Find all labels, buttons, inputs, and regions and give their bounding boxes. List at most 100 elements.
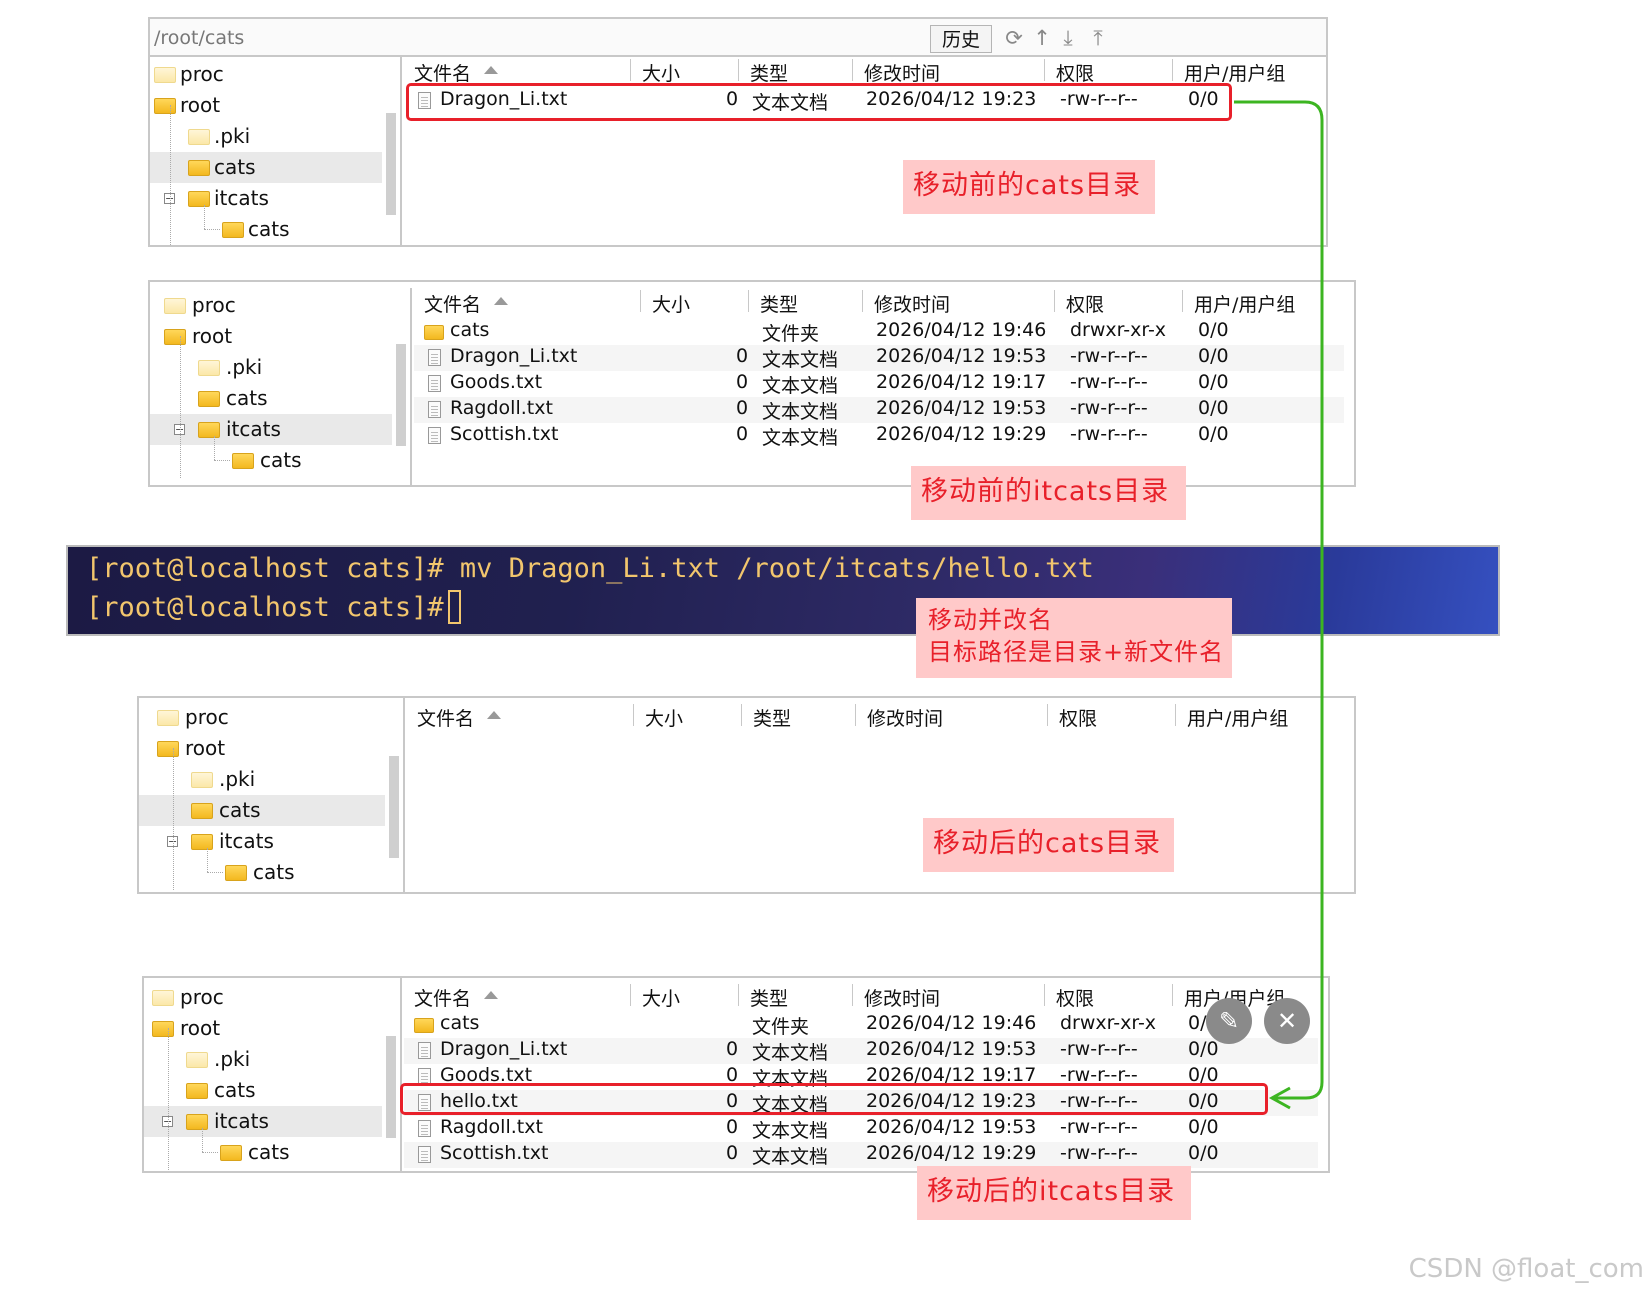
col-perm[interactable]: 权限 (1056, 984, 1094, 1011)
tree-item-root[interactable]: root (150, 321, 392, 352)
directory-tree: proc root .pki cats − itcats cats (144, 978, 402, 1171)
tree-item-cats[interactable]: cats (144, 1075, 382, 1106)
tree-item-pki[interactable]: .pki (150, 352, 392, 383)
tree-item-proc[interactable]: proc (150, 290, 392, 321)
tree-item-cats[interactable]: cats (150, 152, 382, 183)
up-arrow-icon[interactable]: ↑ (1030, 25, 1054, 51)
col-size[interactable]: 大小 (642, 59, 680, 86)
tree-item-pki[interactable]: .pki (139, 764, 385, 795)
file-row[interactable]: cats 文件夹 2026/04/12 19:46 drwxr-xr-x 0/0 (414, 319, 1344, 345)
tree-item-pki[interactable]: .pki (144, 1044, 382, 1075)
close-button[interactable]: ✕ (1264, 998, 1310, 1044)
folder-icon (198, 422, 220, 438)
folder-icon (232, 453, 254, 469)
refresh-icon[interactable]: ⟳ (1002, 25, 1026, 51)
col-divider[interactable] (738, 984, 739, 1006)
col-size[interactable]: 大小 (645, 704, 683, 731)
col-divider[interactable] (852, 984, 853, 1006)
col-divider[interactable] (852, 59, 853, 81)
col-divider[interactable] (1172, 984, 1173, 1006)
tree-item-pki[interactable]: .pki (150, 121, 382, 152)
file-row[interactable]: Ragdoll.txt 0 文本文档 2026/04/12 19:53 -rw-… (414, 397, 1344, 423)
col-divider[interactable] (862, 290, 863, 312)
tree-item-itcats-cats[interactable]: cats (150, 445, 392, 476)
col-perm[interactable]: 权限 (1056, 59, 1094, 86)
tree-item-itcats[interactable]: − itcats (144, 1106, 382, 1137)
col-name[interactable]: 文件名 (414, 59, 471, 86)
file-row[interactable]: Goods.txt 0 文本文档 2026/04/12 19:17 -rw-r-… (414, 371, 1344, 397)
col-perm[interactable]: 权限 (1059, 704, 1097, 731)
edit-button[interactable]: ✎ (1206, 998, 1252, 1044)
file-row[interactable]: Ragdoll.txt 0 文本文档 2026/04/12 19:53 -rw-… (404, 1116, 1318, 1142)
tree-item-itcats[interactable]: − itcats (150, 183, 382, 214)
col-type[interactable]: 类型 (750, 59, 788, 86)
col-name[interactable]: 文件名 (424, 290, 481, 317)
tree-item-cats[interactable]: cats (139, 795, 385, 826)
tree-item-proc[interactable]: proc (144, 982, 382, 1013)
download-icon[interactable]: ⤓ (1056, 25, 1080, 51)
file-row[interactable]: Scottish.txt 0 文本文档 2026/04/12 19:29 -rw… (404, 1142, 1318, 1168)
col-type[interactable]: 类型 (760, 290, 798, 317)
tree-item-proc[interactable]: proc (139, 702, 385, 733)
col-size[interactable]: 大小 (652, 290, 690, 317)
col-divider[interactable] (855, 704, 856, 726)
folder-icon (188, 191, 210, 207)
col-divider[interactable] (633, 704, 634, 726)
col-name[interactable]: 文件名 (417, 704, 474, 731)
tree-item-itcats[interactable]: − itcats (150, 414, 392, 445)
col-divider[interactable] (640, 290, 641, 312)
tree-item-itcats-cats[interactable]: cats (150, 214, 382, 245)
tree-item-proc[interactable]: proc (150, 59, 382, 90)
col-divider[interactable] (1044, 59, 1045, 81)
tree-item-itcats-cats[interactable]: cats (139, 857, 385, 888)
col-owner[interactable]: 用户/用户组 (1187, 704, 1288, 731)
col-mtime[interactable]: 修改时间 (864, 984, 940, 1011)
file-row[interactable]: Scottish.txt 0 文本文档 2026/04/12 19:29 -rw… (414, 423, 1344, 449)
tree-item-root[interactable]: root (144, 1013, 382, 1044)
col-size[interactable]: 大小 (642, 984, 680, 1011)
tree-item-itcats-cats[interactable]: cats (144, 1137, 382, 1168)
col-name[interactable]: 文件名 (414, 984, 471, 1011)
tree-scrollbar[interactable] (389, 756, 399, 858)
col-divider[interactable] (1054, 290, 1055, 312)
watermark: CSDN @float_com (1408, 1254, 1644, 1284)
tree-item-root[interactable]: root (139, 733, 385, 764)
file-row[interactable]: Dragon_Li.txt 0 文本文档 2026/04/12 19:53 -r… (414, 345, 1344, 371)
close-icon: ✕ (1276, 1007, 1298, 1035)
col-divider[interactable] (1175, 704, 1176, 726)
list-header: 文件名 大小 类型 修改时间 权限 用户/用户组 (407, 702, 1354, 732)
col-mtime[interactable]: 修改时间 (867, 704, 943, 731)
col-type[interactable]: 类型 (753, 704, 791, 731)
col-perm[interactable]: 权限 (1066, 290, 1104, 317)
col-mtime[interactable]: 修改时间 (874, 290, 950, 317)
col-owner[interactable]: 用户/用户组 (1194, 290, 1295, 317)
terminal-window[interactable]: [root@localhost cats]# mv Dragon_Li.txt … (66, 545, 1500, 636)
col-divider[interactable] (1044, 984, 1045, 1006)
col-divider[interactable] (1182, 290, 1183, 312)
tree-scrollbar[interactable] (396, 344, 406, 446)
tree-item-itcats[interactable]: − itcats (139, 826, 385, 857)
file-row[interactable]: cats 文件夹 2026/04/12 19:46 drwxr-xr-x 0/0 (404, 1012, 1318, 1038)
col-divider[interactable] (741, 704, 742, 726)
col-type[interactable]: 类型 (750, 984, 788, 1011)
file-row[interactable]: Dragon_Li.txt 0 文本文档 2026/04/12 19:53 -r… (404, 1038, 1318, 1064)
upload-icon[interactable]: ⤒ (1086, 25, 1110, 51)
tree-scrollbar[interactable] (386, 113, 396, 215)
path-input[interactable]: /root/cats (154, 27, 244, 49)
history-button[interactable]: 历史 (930, 25, 992, 53)
tree-item-root[interactable]: root (150, 90, 382, 121)
highlight-dragon-li (406, 83, 1232, 121)
folder-icon (188, 129, 210, 145)
tree-scrollbar[interactable] (386, 1036, 396, 1138)
col-divider[interactable] (630, 59, 631, 81)
tree-item-cats[interactable]: cats (150, 383, 392, 414)
col-divider[interactable] (748, 290, 749, 312)
col-mtime[interactable]: 修改时间 (864, 59, 940, 86)
folder-icon (186, 1114, 208, 1130)
text-file-icon (428, 401, 441, 418)
col-divider[interactable] (1172, 59, 1173, 81)
col-divider[interactable] (630, 984, 631, 1006)
col-divider[interactable] (1047, 704, 1048, 726)
col-owner[interactable]: 用户/用户组 (1184, 59, 1285, 86)
col-divider[interactable] (738, 59, 739, 81)
